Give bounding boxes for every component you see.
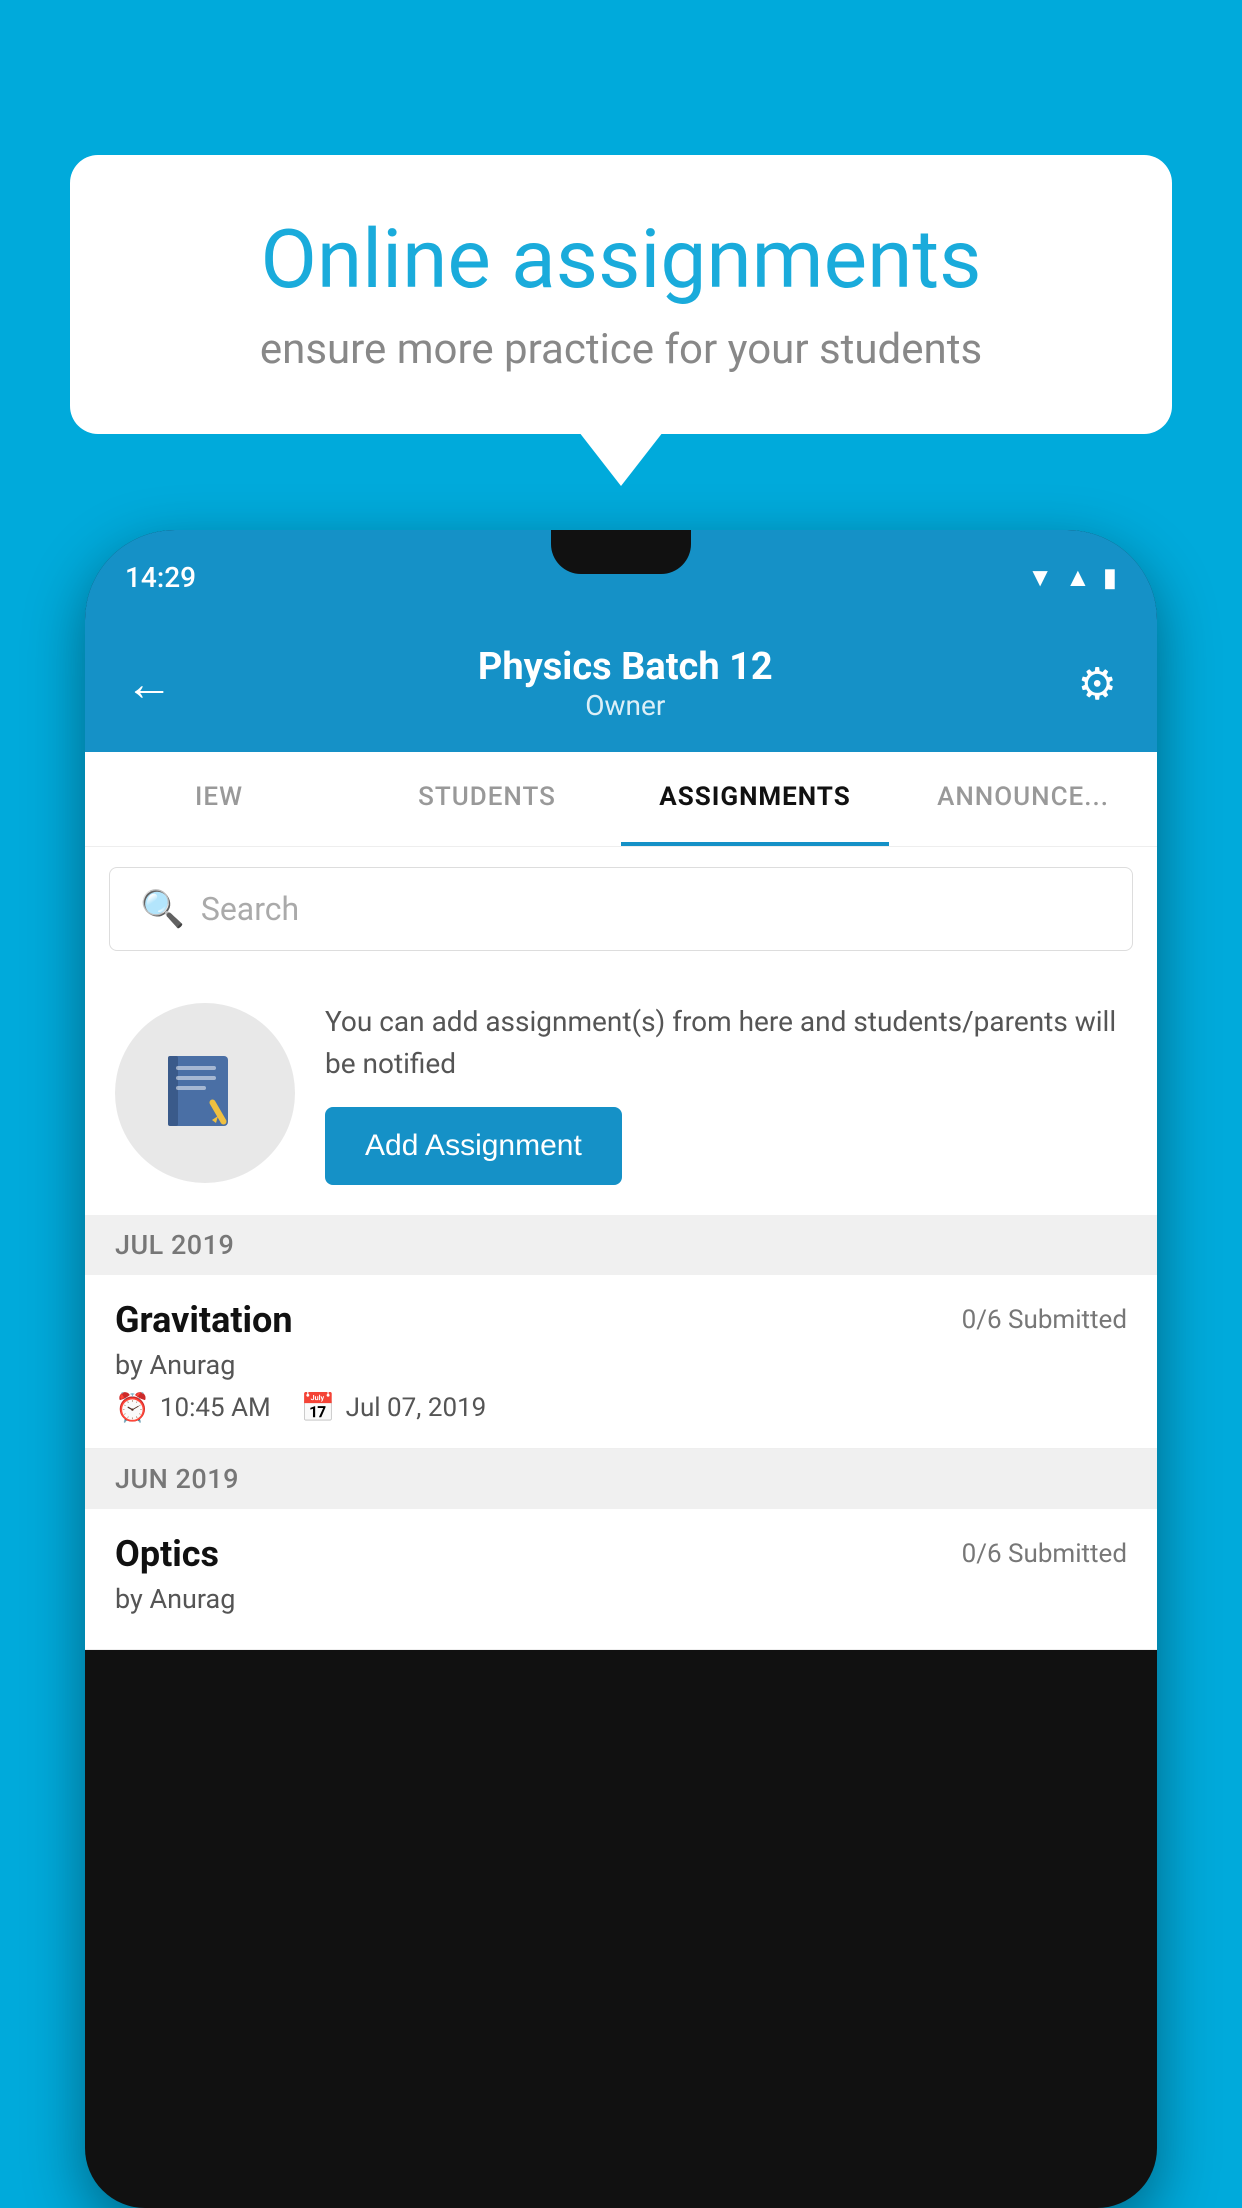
info-text-block: You can add assignment(s) from here and … <box>325 1001 1127 1185</box>
phone-screen: 🔍 Search You can add assignment(s) from … <box>85 847 1157 1650</box>
assignment-optics[interactable]: Optics 0/6 Submitted by Anurag <box>85 1509 1157 1650</box>
search-bar[interactable]: 🔍 Search <box>109 867 1133 951</box>
tab-announcements[interactable]: ANNOUNCE... <box>889 752 1157 846</box>
status-bar: 14:29 ▼ ▲ ▮ <box>85 530 1157 625</box>
search-icon: 🔍 <box>140 888 185 930</box>
search-container: 🔍 Search <box>85 847 1157 971</box>
phone-notch <box>551 530 691 574</box>
tab-students[interactable]: STUDENTS <box>353 752 621 846</box>
assignment-date-gravitation: 📅 Jul 07, 2019 <box>301 1391 487 1424</box>
assignment-time-gravitation: ⏰ 10:45 AM <box>115 1391 271 1424</box>
assignment-row1: Gravitation 0/6 Submitted <box>115 1299 1127 1341</box>
assignment-by-gravitation: by Anurag <box>115 1349 1127 1381</box>
assignment-name-optics: Optics <box>115 1533 219 1575</box>
signal-icon: ▲ <box>1065 562 1091 593</box>
app-header: ← Physics Batch 12 Owner ⚙ <box>85 625 1157 752</box>
settings-icon[interactable]: ⚙ <box>1078 658 1117 710</box>
assignment-gravitation[interactable]: Gravitation 0/6 Submitted by Anurag ⏰ 10… <box>85 1275 1157 1449</box>
notebook-icon-circle <box>115 1003 295 1183</box>
assignment-meta-gravitation: ⏰ 10:45 AM 📅 Jul 07, 2019 <box>115 1391 1127 1424</box>
battery-icon: ▮ <box>1103 563 1117 593</box>
header-title-block: Physics Batch 12 Owner <box>173 645 1078 722</box>
bubble-title: Online assignments <box>140 215 1102 305</box>
assignment-time-value: 10:45 AM <box>160 1393 271 1423</box>
speech-bubble: Online assignments ensure more practice … <box>70 155 1172 434</box>
batch-subtitle: Owner <box>173 689 1078 722</box>
info-section: You can add assignment(s) from here and … <box>85 971 1157 1215</box>
clock-icon: ⏰ <box>115 1391 150 1424</box>
speech-bubble-container: Online assignments ensure more practice … <box>70 155 1172 434</box>
status-icons: ▼ ▲ ▮ <box>1027 562 1117 593</box>
assignment-by-optics: by Anurag <box>115 1583 1127 1615</box>
assignment-name-gravitation: Gravitation <box>115 1299 293 1341</box>
status-time: 14:29 <box>125 561 196 594</box>
batch-title: Physics Batch 12 <box>173 645 1078 689</box>
info-description: You can add assignment(s) from here and … <box>325 1001 1127 1085</box>
back-button[interactable]: ← <box>125 655 173 712</box>
assignment-date-value: Jul 07, 2019 <box>346 1393 487 1423</box>
calendar-icon: 📅 <box>301 1391 336 1424</box>
phone-frame: 14:29 ▼ ▲ ▮ ← Physics Batch 12 Owner ⚙ I… <box>85 530 1157 2208</box>
tabs-bar: IEW STUDENTS ASSIGNMENTS ANNOUNCE... <box>85 752 1157 847</box>
assignment-optics-row1: Optics 0/6 Submitted <box>115 1533 1127 1575</box>
add-assignment-button[interactable]: Add Assignment <box>325 1107 622 1185</box>
bubble-subtitle: ensure more practice for your students <box>140 325 1102 374</box>
search-placeholder-text: Search <box>201 890 299 928</box>
notebook-svg-icon <box>160 1048 250 1138</box>
month-divider-jun: JUN 2019 <box>85 1449 1157 1509</box>
wifi-icon: ▼ <box>1027 562 1053 593</box>
assignment-submitted-optics: 0/6 Submitted <box>962 1539 1127 1569</box>
assignment-submitted-gravitation: 0/6 Submitted <box>962 1305 1127 1335</box>
month-divider-jul: JUL 2019 <box>85 1215 1157 1275</box>
tab-iew[interactable]: IEW <box>85 752 353 846</box>
tab-assignments[interactable]: ASSIGNMENTS <box>621 752 889 846</box>
